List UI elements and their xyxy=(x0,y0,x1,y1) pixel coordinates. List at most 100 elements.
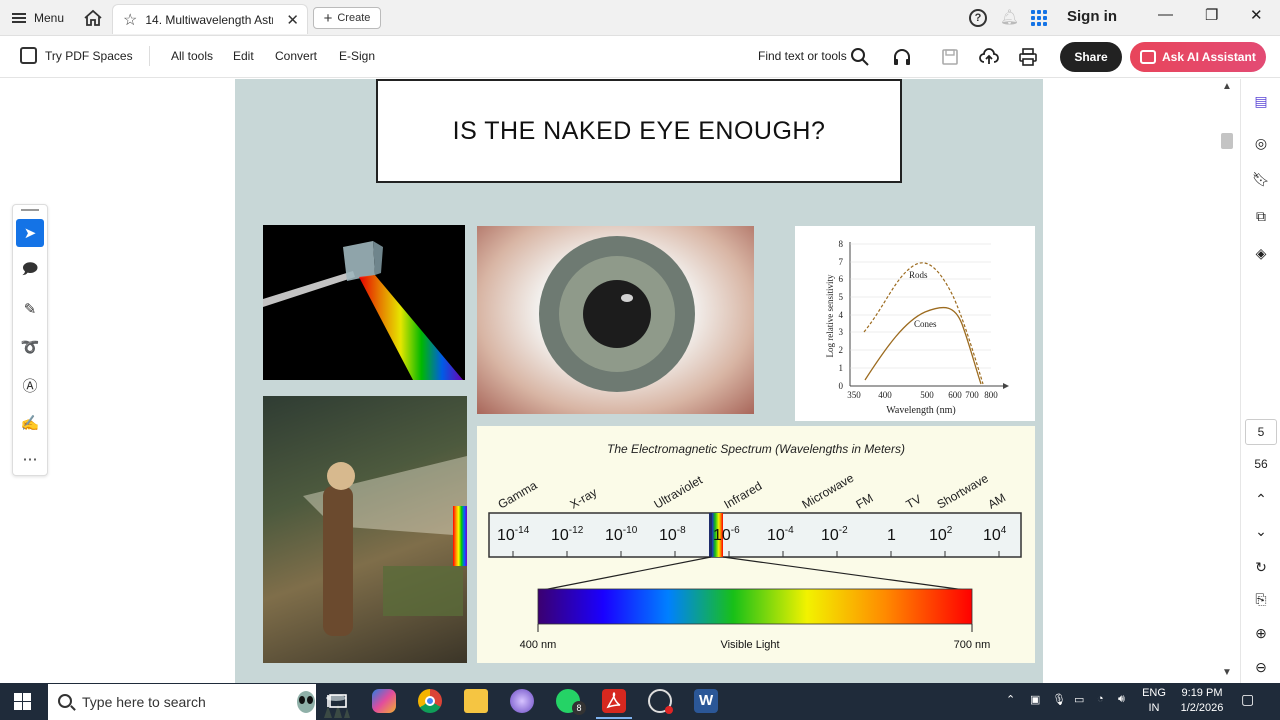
y-tick-label: 0 xyxy=(839,381,844,391)
comments-panel-icon[interactable]: ◎ xyxy=(1251,133,1271,153)
all-tools-menu[interactable]: All tools xyxy=(171,49,213,63)
tray-overflow-chevron-icon[interactable]: ⌃ xyxy=(1006,693,1015,706)
volume-icon[interactable]: 🔊︎ xyxy=(1118,693,1125,706)
band-label-shortwave: Shortwave xyxy=(935,471,991,512)
scroll-up-arrow-icon[interactable]: ▲ xyxy=(1222,81,1232,92)
create-button[interactable]: + Create xyxy=(313,7,381,29)
notification-bell-icon[interactable]: 🔔︎ xyxy=(1000,9,1019,27)
share-button[interactable]: Share xyxy=(1060,42,1122,72)
document-tab[interactable]: ☆ 14. Multiwavelength Astr... ✕ xyxy=(112,4,308,34)
total-pages: 56 xyxy=(1254,457,1268,471)
toolbar: Try PDF Spaces All tools Edit Convert E-… xyxy=(0,36,1280,78)
page-thumbnails-icon[interactable]: ⧉ xyxy=(1251,206,1271,226)
y-tick-label: 7 xyxy=(839,257,844,267)
chrome-icon[interactable] xyxy=(418,689,442,713)
visible-start-label: 400 nm xyxy=(520,639,557,651)
input-language-indicator[interactable]: ENG IN xyxy=(1140,686,1168,716)
obs-recorder-icon[interactable] xyxy=(648,689,673,714)
band-label-tv: TV xyxy=(904,492,924,512)
acrobat-icon[interactable] xyxy=(596,689,632,719)
system-clock[interactable]: 9:19 PM 1/2/2026 xyxy=(1176,686,1228,716)
taskbar-search-box[interactable]: Type here to search xyxy=(48,684,350,720)
whatsapp-icon[interactable]: 8 xyxy=(556,689,586,715)
y-axis-label: Log relative sensitivity xyxy=(825,274,835,357)
microphone-icon[interactable]: 🎙︎ xyxy=(1052,693,1066,706)
human-eye-image xyxy=(477,226,754,414)
x-tick-label: 800 xyxy=(984,390,998,400)
rail-grip-handle[interactable] xyxy=(21,209,39,211)
save-icon[interactable] xyxy=(940,47,960,67)
sign-in-link[interactable]: Sign in xyxy=(1067,8,1117,25)
band-label-ultraviolet: Ultraviolet xyxy=(652,472,706,511)
bookmarks-icon[interactable]: 🔖︎ xyxy=(1251,169,1271,189)
try-pdf-spaces-button[interactable]: Try PDF Spaces xyxy=(45,49,133,63)
file-explorer-icon[interactable] xyxy=(464,689,488,713)
notification-center-icon[interactable]: ▢ xyxy=(1241,691,1254,708)
tab-title: 14. Multiwavelength Astr... xyxy=(145,12,274,27)
y-tick-label: 3 xyxy=(839,327,844,337)
pdf-spaces-icon[interactable] xyxy=(20,47,37,64)
upload-cloud-icon[interactable] xyxy=(979,47,999,67)
minimize-icon[interactable]: — xyxy=(1158,6,1173,23)
svg-text:1: 1 xyxy=(887,527,896,544)
convert-menu[interactable]: Convert xyxy=(275,49,317,63)
draw-freehand-icon[interactable]: ➰ xyxy=(16,333,44,361)
word-icon[interactable]: W xyxy=(694,689,718,713)
e-sign-menu[interactable]: E-Sign xyxy=(339,49,375,63)
star-icon[interactable]: ☆ xyxy=(123,10,137,30)
close-tab-icon[interactable]: ✕ xyxy=(286,11,299,29)
task-view-icon[interactable] xyxy=(326,689,350,713)
wifi-icon[interactable]: ◔ xyxy=(1097,693,1104,705)
tray-device-icon[interactable]: ▣ xyxy=(1030,693,1040,706)
next-page-icon[interactable]: ⌄ xyxy=(1251,521,1271,541)
search-icon[interactable] xyxy=(850,47,870,67)
help-icon[interactable]: ? xyxy=(969,9,987,27)
ai-summary-icon[interactable]: ▤ xyxy=(1251,91,1271,111)
ai-assistant-icon xyxy=(1140,50,1156,64)
vertical-scrollbar[interactable]: ▲ ▼ xyxy=(1218,79,1236,683)
edit-menu[interactable]: Edit xyxy=(233,49,254,63)
layers-icon[interactable]: ◈ xyxy=(1251,243,1271,263)
add-text-icon[interactable]: Ⓐ xyxy=(16,371,44,399)
y-tick-label: 2 xyxy=(839,345,844,355)
more-tools-icon[interactable]: ⋯ xyxy=(16,445,44,473)
restore-icon[interactable]: ❐ xyxy=(1205,6,1218,24)
current-page-input[interactable]: 5 xyxy=(1245,419,1277,445)
apps-grid-icon[interactable] xyxy=(1030,9,1048,27)
y-tick-label: 6 xyxy=(839,274,844,284)
slide-title: IS THE NAKED EYE ENOUGH? xyxy=(452,116,826,145)
search-icon xyxy=(58,694,72,708)
previous-page-icon[interactable]: ⌃ xyxy=(1251,489,1271,509)
select-cursor-icon[interactable]: ➤ xyxy=(16,219,44,247)
rotate-refresh-icon[interactable]: ↻ xyxy=(1251,557,1271,577)
print-icon[interactable] xyxy=(1018,47,1038,67)
battery-icon[interactable]: ▭ xyxy=(1074,693,1084,706)
media-player-icon[interactable] xyxy=(510,689,534,713)
hamburger-icon xyxy=(12,13,26,23)
scroll-thumb[interactable] xyxy=(1221,133,1233,149)
highlight-pen-icon[interactable]: ✎ xyxy=(16,295,44,323)
scroll-down-arrow-icon[interactable]: ▼ xyxy=(1222,667,1232,678)
windows-taskbar: Type here to search 8 W ⌃ ▣ 🎙︎ ▭ ◔ 🔊︎ EN… xyxy=(0,683,1280,720)
read-aloud-headphones-icon[interactable] xyxy=(892,47,912,67)
right-sidebar: ▤ ◎ 🔖︎ ⧉ ◈ 5 56 ⌃ ⌄ ↻ ⎘ ⊕ ⊖ xyxy=(1240,79,1280,683)
fill-sign-icon[interactable]: ✍ xyxy=(16,409,44,437)
rods-label: Rods xyxy=(909,270,928,280)
add-comment-icon[interactable]: 🗩︎ xyxy=(16,257,44,285)
slide-title-box: IS THE NAKED EYE ENOUGH? xyxy=(376,79,902,183)
zoom-out-icon[interactable]: ⊖ xyxy=(1251,657,1271,677)
close-window-icon[interactable]: ✕ xyxy=(1250,6,1263,24)
plus-icon: + xyxy=(323,9,333,27)
home-icon[interactable] xyxy=(83,8,103,28)
find-text-tools-button[interactable]: Find text or tools xyxy=(758,49,847,63)
taskbar-search-placeholder: Type here to search xyxy=(82,694,206,710)
zoom-in-icon[interactable]: ⊕ xyxy=(1251,623,1271,643)
windows-start-icon[interactable] xyxy=(14,693,31,710)
ask-ai-assistant-button[interactable]: Ask AI Assistant xyxy=(1130,42,1266,72)
menu-button[interactable]: Menu xyxy=(12,8,64,28)
whatsapp-badge: 8 xyxy=(572,701,586,715)
em-spectrum-panel: The Electromagnetic Spectrum (Wavelength… xyxy=(477,426,1035,663)
copilot-icon[interactable] xyxy=(372,689,396,713)
visible-end-label: 700 nm xyxy=(954,639,991,651)
page-export-icon[interactable]: ⎘ xyxy=(1251,589,1271,609)
